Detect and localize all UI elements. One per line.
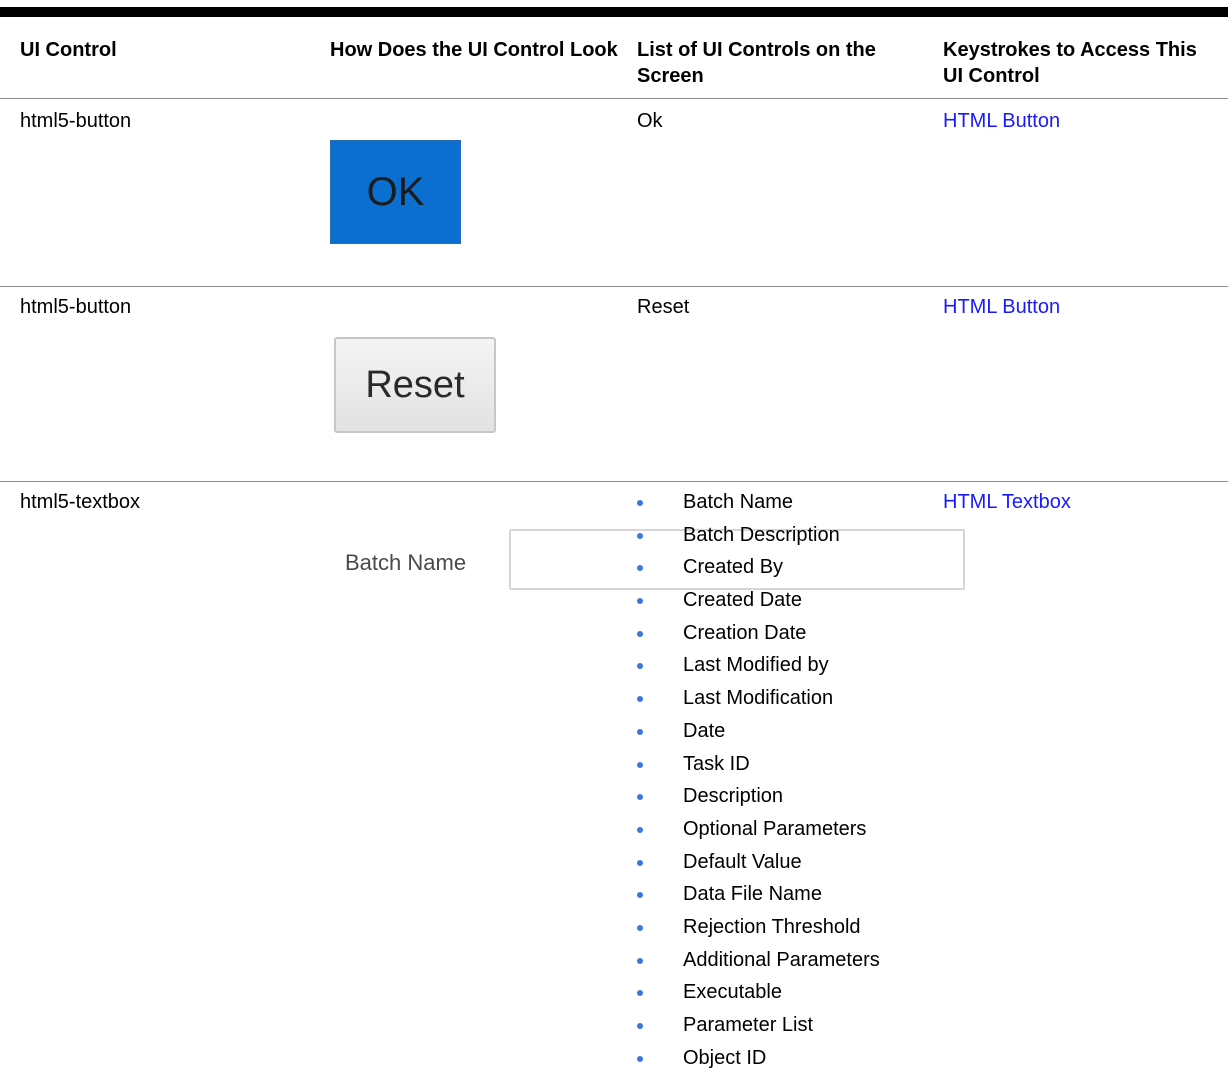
header-divider bbox=[0, 98, 1228, 99]
textbox-sample-label: Batch Name bbox=[345, 550, 467, 575]
reset-button-sample: Reset bbox=[334, 337, 496, 433]
ok-button-sample-label: OK bbox=[366, 169, 425, 214]
list-item: Description bbox=[637, 783, 880, 816]
list-item: Parameter List bbox=[637, 1012, 880, 1045]
list-item: Date bbox=[637, 718, 880, 751]
row2-divider bbox=[0, 481, 1228, 482]
bullet-icon bbox=[637, 1055, 643, 1062]
list-item: Batch Name bbox=[637, 489, 880, 522]
list-item: Object ID bbox=[637, 1045, 880, 1077]
list-item: Default Value bbox=[637, 849, 880, 882]
bullet-icon bbox=[637, 794, 643, 801]
list-item: Creation Date bbox=[637, 620, 880, 653]
header-list-controls: List of UI Controls on the Screen bbox=[637, 39, 876, 87]
row2-keystrokes-link[interactable]: HTML Button bbox=[943, 295, 1060, 319]
list-item: Last Modification bbox=[637, 685, 880, 718]
header-keystrokes: Keystrokes to Access This UI Control bbox=[943, 39, 1197, 87]
list-item: Batch Description bbox=[637, 522, 880, 555]
list-item: Task ID bbox=[637, 751, 880, 784]
bullet-icon bbox=[637, 500, 643, 506]
reset-button-sample-label: Reset bbox=[365, 363, 465, 406]
row1-divider bbox=[0, 286, 1228, 287]
row2-control: html5-button bbox=[20, 296, 132, 318]
bullet-icon bbox=[637, 663, 643, 670]
list-item: Data File Name bbox=[637, 881, 880, 914]
bullet-icon bbox=[637, 826, 643, 833]
bullet-icon bbox=[637, 1023, 643, 1029]
header-ui-control: UI Control bbox=[20, 39, 117, 61]
row3-list: Batch Name Batch Description Created By … bbox=[637, 489, 880, 1077]
bullet-icon bbox=[637, 630, 643, 637]
list-item: Additional Parameters bbox=[637, 947, 880, 980]
bullet-icon bbox=[637, 696, 643, 703]
bullet-icon bbox=[637, 859, 643, 866]
row2-list: Reset bbox=[637, 296, 690, 318]
bullet-icon bbox=[637, 598, 643, 605]
table-top-rule bbox=[0, 7, 1228, 17]
list-item: Last Modified by bbox=[637, 652, 880, 685]
bullet-icon bbox=[637, 957, 643, 964]
list-item: Created Date bbox=[637, 587, 880, 620]
bullet-icon bbox=[637, 565, 643, 572]
row3-control: html5-textbox bbox=[20, 491, 141, 513]
bullet-icon bbox=[637, 532, 643, 539]
list-item: Executable bbox=[637, 979, 880, 1012]
bullet-icon bbox=[637, 924, 643, 931]
row1-keystrokes-link[interactable]: HTML Button bbox=[943, 109, 1060, 133]
bullet-icon bbox=[637, 990, 643, 997]
row1-control: html5-button bbox=[20, 110, 132, 132]
bullet-icon bbox=[637, 892, 643, 899]
row3-keystrokes-link[interactable]: HTML Textbox bbox=[943, 490, 1071, 514]
header-how-look: How Does the UI Control Look bbox=[330, 39, 618, 61]
ok-button-sample: OK bbox=[330, 140, 461, 244]
list-item: Rejection Threshold bbox=[637, 914, 880, 947]
bullet-icon bbox=[637, 761, 643, 768]
list-item: Created By bbox=[637, 554, 880, 587]
list-item: Optional Parameters bbox=[637, 816, 880, 849]
row1-list: Ok bbox=[637, 110, 663, 132]
bullet-icon bbox=[637, 728, 643, 735]
